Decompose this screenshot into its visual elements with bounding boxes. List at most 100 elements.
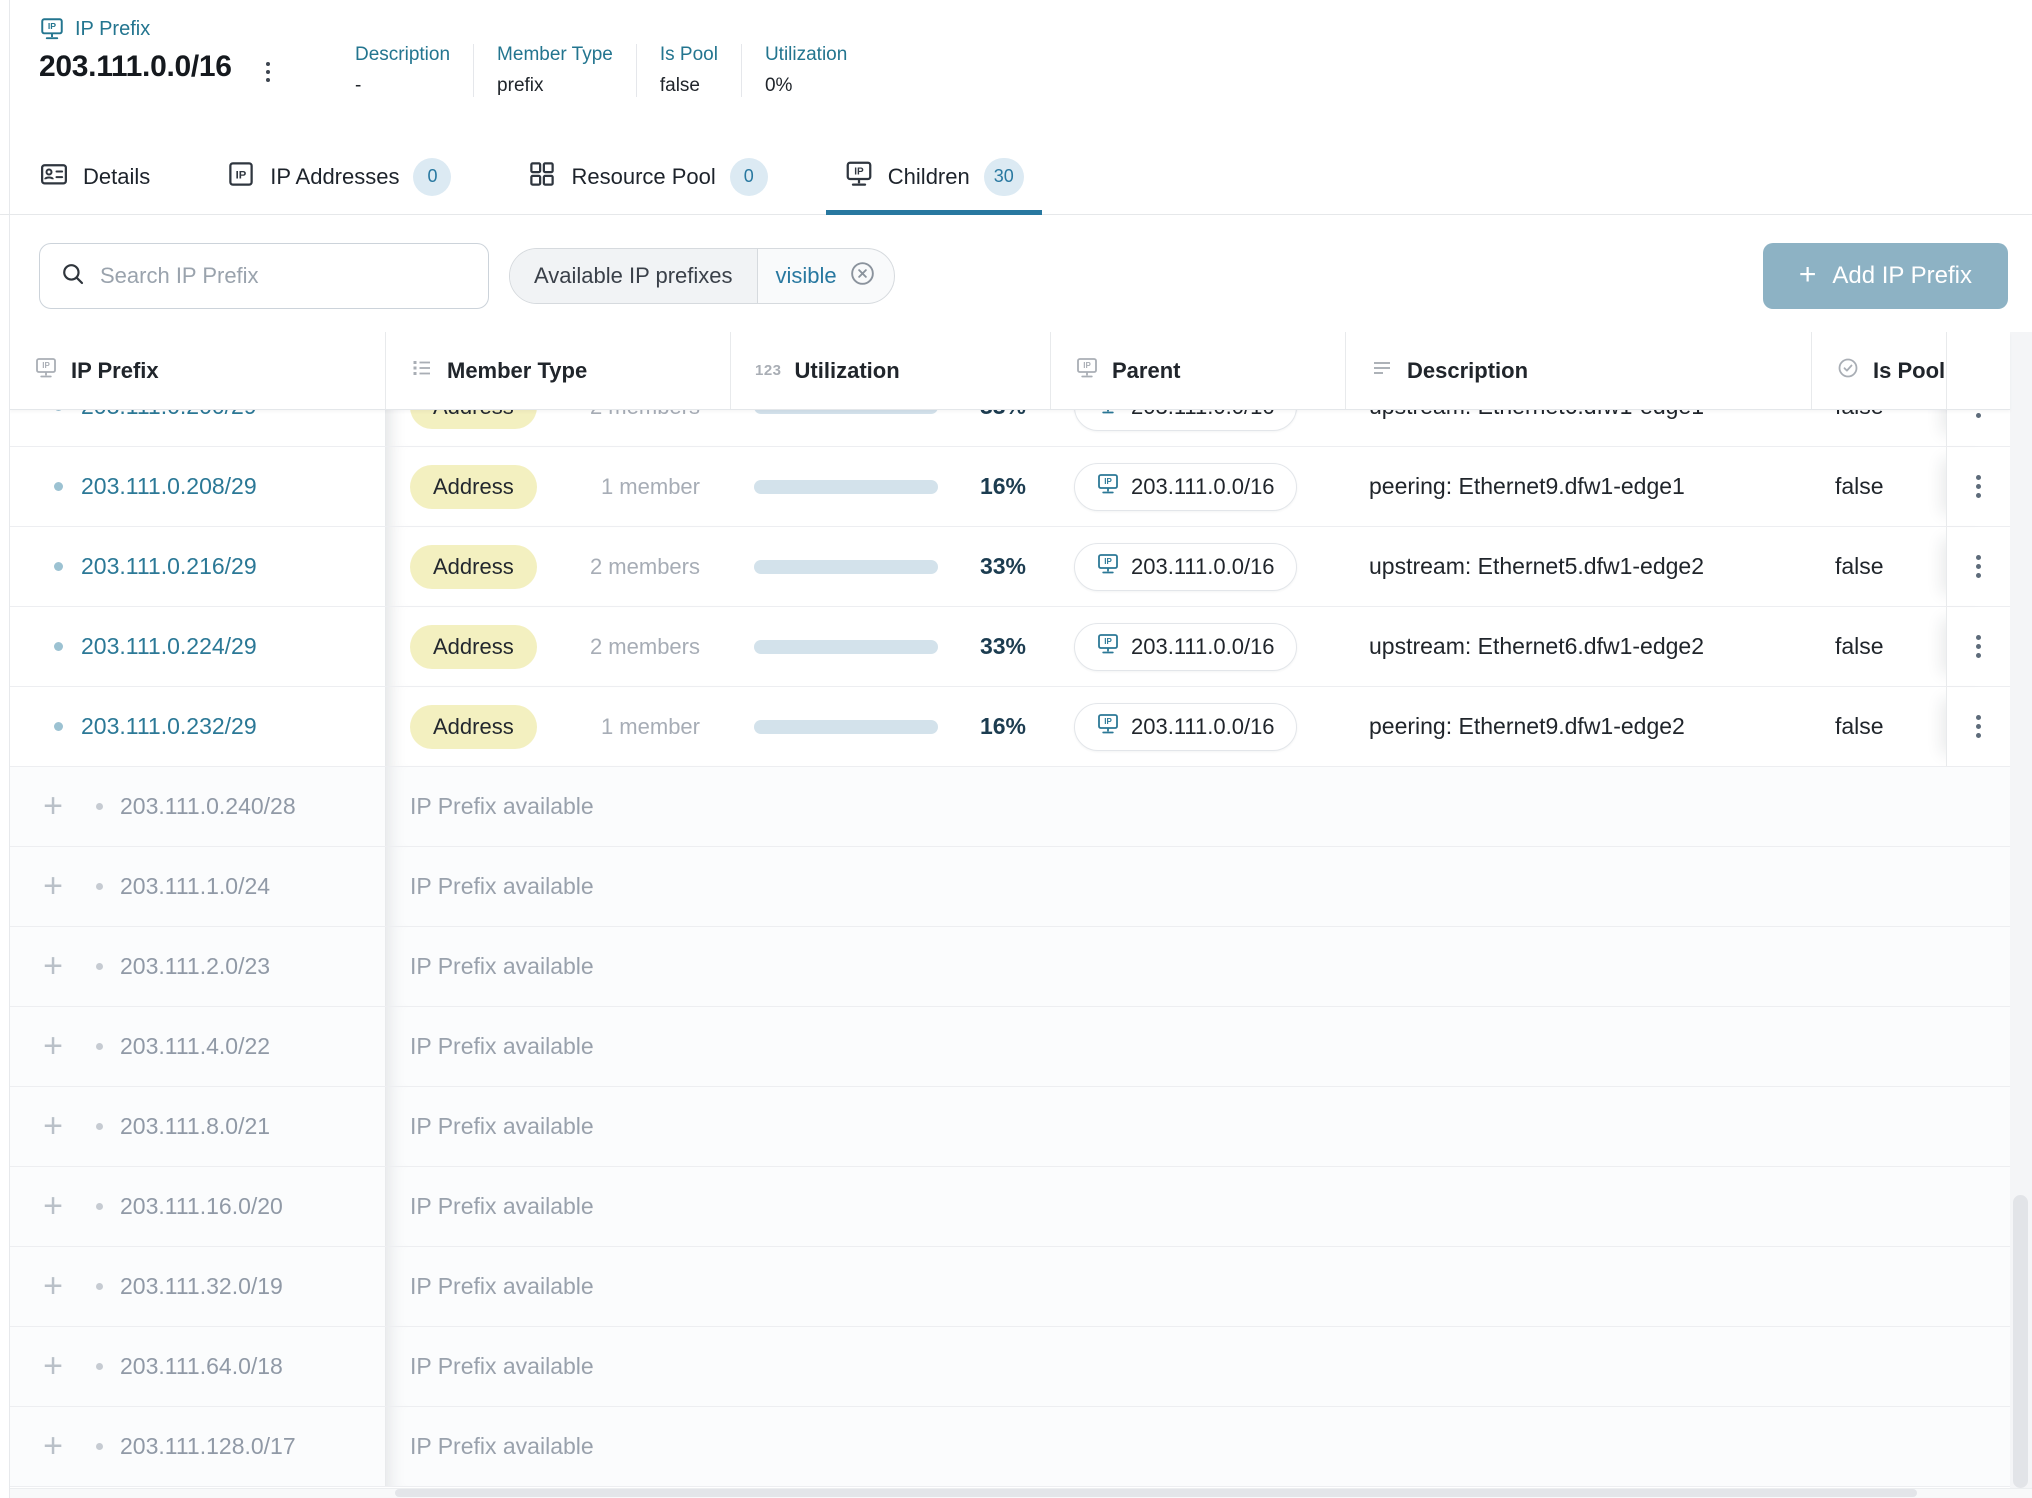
add-available-prefix-button[interactable]: +: [40, 793, 66, 820]
breadcrumb-label: IP Prefix: [75, 18, 150, 41]
available-prefix-row: +203.111.4.0/22 IP Prefix available: [10, 1007, 2010, 1087]
title-kebab-menu-button[interactable]: [260, 56, 276, 88]
status-dot: [96, 803, 103, 810]
close-circle-icon[interactable]: [849, 260, 876, 293]
column-header-is-pool: Is Pool: [1811, 332, 1946, 409]
status-dot: [54, 642, 63, 651]
tab-label: Children: [888, 164, 970, 190]
tab-label: Details: [83, 164, 150, 190]
available-prefix-row: +203.111.8.0/21 IP Prefix available: [10, 1087, 2010, 1167]
available-label: IP Prefix available: [385, 1327, 2010, 1406]
available-prefix: 203.111.0.240/28: [120, 793, 296, 820]
tab-label: Resource Pool: [571, 164, 715, 190]
kebab-dot: [266, 70, 270, 74]
available-label: IP Prefix available: [385, 1247, 2010, 1326]
is-pool-cell: false: [1811, 527, 1946, 606]
prefix-link[interactable]: 203.111.0.216/29: [81, 553, 257, 580]
prefix-link[interactable]: 203.111.0.208/29: [81, 473, 257, 500]
summary-label: Is Pool: [660, 44, 718, 66]
parent-label: 203.111.0.0/16: [1131, 474, 1275, 500]
description-cell: peering: Ethernet9.dfw1-edge2: [1345, 687, 1811, 766]
tab-ip-addresses[interactable]: IP Addresses 0: [226, 139, 451, 214]
breadcrumb[interactable]: IP Prefix: [39, 16, 150, 42]
summary-value: -: [355, 75, 450, 97]
parent-pill[interactable]: 203.111.0.0/16: [1074, 543, 1297, 591]
member-count: 2 members: [590, 634, 700, 660]
utilization-bar: [754, 560, 938, 574]
available-prefix-row: +203.111.16.0/20 IP Prefix available: [10, 1167, 2010, 1247]
filter-chip-value: visible: [776, 263, 837, 289]
available-label: IP Prefix available: [385, 927, 2010, 1006]
summary-value: false: [660, 75, 718, 97]
column-header-member-type: Member Type: [385, 332, 730, 409]
tab-details[interactable]: Details: [39, 139, 150, 214]
status-dot: [96, 1123, 103, 1130]
status-dot: [96, 1043, 103, 1050]
member-type-badge: Address: [410, 705, 537, 749]
status-dot: [54, 562, 63, 571]
kebab-dot: [266, 62, 270, 66]
row-kebab-menu-button[interactable]: [1968, 707, 1989, 746]
tab-count-badge: 30: [984, 158, 1024, 196]
horizontal-scrollbar-thumb[interactable]: [395, 1489, 1917, 1497]
table-body: 203.111.0.200/29 Address2 members 33% 20…: [10, 367, 2010, 1487]
status-dot: [96, 1203, 103, 1210]
prefix-link[interactable]: 203.111.0.232/29: [81, 713, 257, 740]
summary-value: prefix: [497, 75, 613, 97]
status-dot: [96, 1363, 103, 1370]
add-available-prefix-button[interactable]: +: [40, 1353, 66, 1380]
add-available-prefix-button[interactable]: +: [40, 1113, 66, 1140]
summary-label: Member Type: [497, 44, 613, 66]
prefix-link[interactable]: 203.111.0.224/29: [81, 633, 257, 660]
table-row: 203.111.0.208/29 Address1 member 16% 203…: [10, 447, 2010, 527]
text-lines-icon: [1370, 356, 1394, 386]
tab-children[interactable]: Children 30: [844, 139, 1024, 214]
available-label: IP Prefix available: [385, 767, 2010, 846]
status-dot: [54, 722, 63, 731]
is-pool-cell: false: [1811, 687, 1946, 766]
available-prefix: 203.111.4.0/22: [120, 1033, 270, 1060]
summary-divider: [473, 44, 474, 97]
table-row: 203.111.0.216/29 Address2 members 33% 20…: [10, 527, 2010, 607]
list-icon: [410, 356, 434, 386]
available-prefix: 203.111.16.0/20: [120, 1193, 283, 1220]
summary-field-utilization: Utilization 0%: [765, 44, 847, 97]
utilization-bar: [754, 480, 938, 494]
ip-network-icon: [1096, 632, 1120, 662]
vertical-scrollbar-thumb[interactable]: [2013, 1195, 2028, 1488]
member-type-badge: Address: [410, 625, 537, 669]
add-available-prefix-button[interactable]: +: [40, 1033, 66, 1060]
number-icon: 123: [755, 362, 782, 379]
add-available-prefix-button[interactable]: +: [40, 1273, 66, 1300]
add-available-prefix-button[interactable]: +: [40, 1193, 66, 1220]
plus-icon: +: [1799, 260, 1817, 290]
ip-network-icon: [1096, 552, 1120, 582]
utilization-value: 16%: [950, 473, 1026, 500]
member-count: 1 member: [601, 474, 700, 500]
available-prefix: 203.111.2.0/23: [120, 953, 270, 980]
summary-divider: [636, 44, 637, 97]
available-prefix: 203.111.64.0/18: [120, 1353, 283, 1380]
is-pool-cell: false: [1811, 447, 1946, 526]
add-available-prefix-button[interactable]: +: [40, 953, 66, 980]
add-available-prefix-button[interactable]: +: [40, 1433, 66, 1460]
tab-resource-pool[interactable]: Resource Pool 0: [527, 139, 767, 214]
parent-pill[interactable]: 203.111.0.0/16: [1074, 703, 1297, 751]
status-dot: [96, 1443, 103, 1450]
utilization-value: 33%: [950, 553, 1026, 580]
add-available-prefix-button[interactable]: +: [40, 873, 66, 900]
add-ip-prefix-button[interactable]: + Add IP Prefix: [1763, 243, 2008, 309]
parent-pill[interactable]: 203.111.0.0/16: [1074, 463, 1297, 511]
summary-field-description: Description -: [355, 44, 450, 97]
member-type-badge: Address: [410, 545, 537, 589]
tab-bar: Details IP Addresses 0 Resource Pool 0 C…: [0, 139, 2032, 215]
title-row: 203.111.0.0/16: [39, 48, 276, 88]
search-input[interactable]: [100, 263, 468, 289]
filter-chip-available-prefixes[interactable]: Available IP prefixes visible: [509, 248, 895, 304]
parent-pill[interactable]: 203.111.0.0/16: [1074, 623, 1297, 671]
row-kebab-menu-button[interactable]: [1968, 627, 1989, 666]
utilization-bar: [754, 720, 938, 734]
row-kebab-menu-button[interactable]: [1968, 467, 1989, 506]
row-kebab-menu-button[interactable]: [1968, 547, 1989, 586]
ip-prefix-page: IP Prefix 203.111.0.0/16 Description - M…: [0, 0, 2032, 1498]
